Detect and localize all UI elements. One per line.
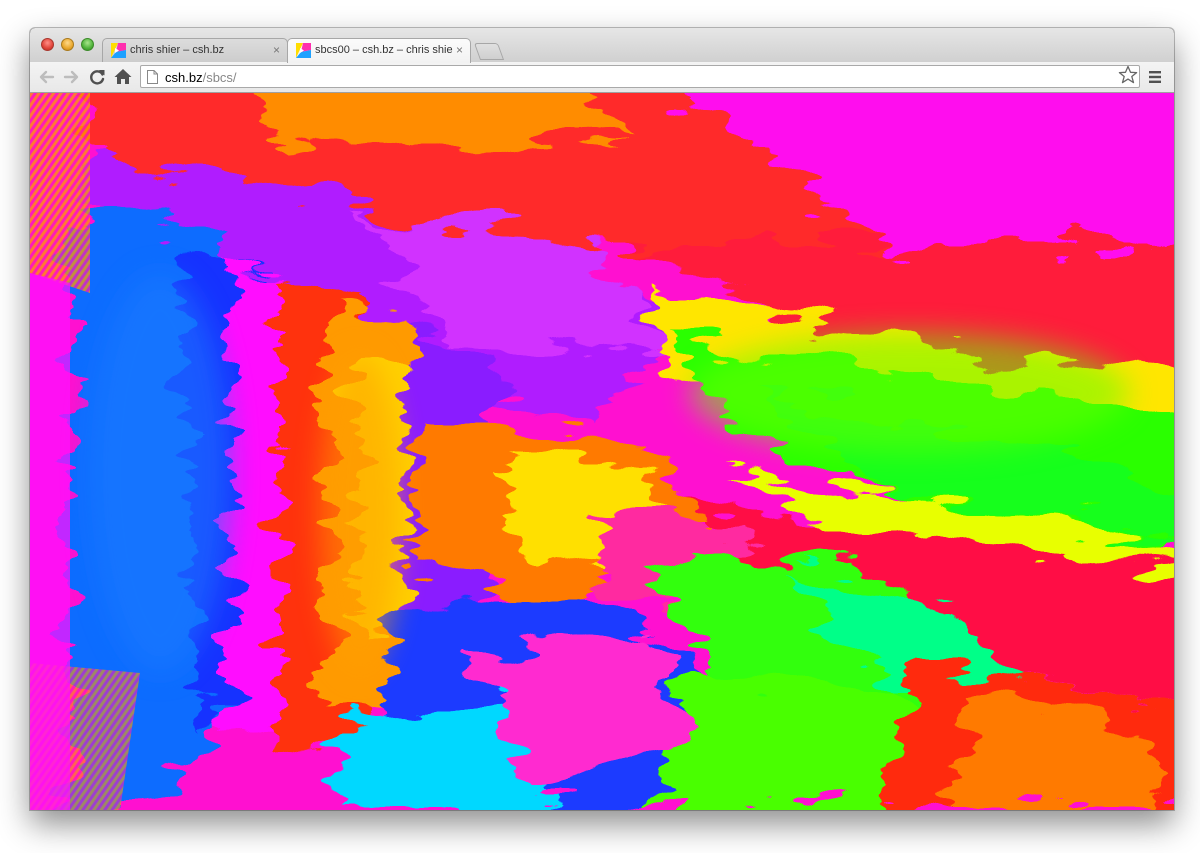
maximize-window-button[interactable] bbox=[81, 38, 94, 51]
tab-sbcs00[interactable]: sbcs00 – csh.bz – chris shier × bbox=[287, 38, 471, 63]
url-host: csh.bz bbox=[165, 70, 203, 85]
url-path: /sbcs/ bbox=[202, 70, 237, 85]
browser-window: chris shier – csh.bz × sbcs00 – csh.bz –… bbox=[30, 28, 1174, 810]
csh-favicon-icon bbox=[296, 43, 311, 58]
page-content[interactable] bbox=[30, 93, 1174, 810]
new-tab-button[interactable] bbox=[473, 43, 505, 60]
url-text: csh.bz/sbcs/ bbox=[165, 70, 237, 85]
home-icon[interactable] bbox=[112, 66, 134, 88]
title-bar: chris shier – csh.bz × sbcs00 – csh.bz –… bbox=[30, 28, 1174, 63]
close-window-button[interactable] bbox=[41, 38, 54, 51]
address-bar[interactable]: csh.bz/sbcs/ bbox=[140, 65, 1140, 88]
arrow-right-icon[interactable] bbox=[60, 66, 82, 88]
tab-close-icon[interactable]: × bbox=[273, 43, 280, 57]
tab-title: sbcs00 – csh.bz – chris shier bbox=[315, 44, 453, 56]
hamburger-menu-icon[interactable] bbox=[1148, 70, 1162, 84]
tab-close-icon[interactable]: × bbox=[456, 43, 463, 57]
arrow-left-icon[interactable] bbox=[36, 66, 58, 88]
page-icon bbox=[147, 70, 158, 84]
minimize-window-button[interactable] bbox=[61, 38, 74, 51]
csh-favicon-icon bbox=[111, 43, 126, 58]
tab-title: chris shier – csh.bz bbox=[130, 44, 225, 56]
glitch-artwork bbox=[30, 93, 1174, 810]
star-icon[interactable] bbox=[1118, 65, 1138, 85]
tab-chris-shier[interactable]: chris shier – csh.bz × bbox=[102, 38, 288, 62]
browser-toolbar: csh.bz/sbcs/ bbox=[30, 62, 1174, 93]
reload-icon[interactable] bbox=[86, 66, 108, 88]
